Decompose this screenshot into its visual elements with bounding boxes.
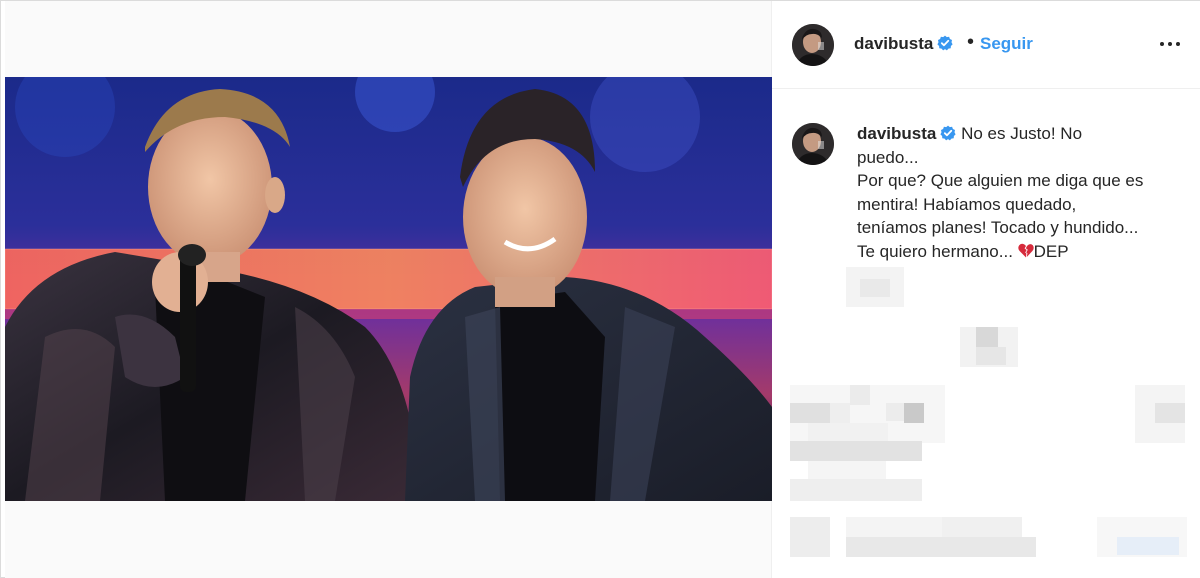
caption-line: teníamos planes! Tocado y hundido... bbox=[857, 218, 1139, 237]
caption-avatar[interactable] bbox=[792, 123, 834, 165]
verified-badge-icon bbox=[937, 35, 953, 51]
post-header: davibusta • Seguir bbox=[772, 1, 1200, 89]
post-photo[interactable] bbox=[5, 77, 772, 501]
separator-dot: • bbox=[967, 31, 975, 53]
post-window: davibusta • Seguir davibusta No es Justo… bbox=[0, 0, 1200, 578]
caption-end: DEP bbox=[1033, 241, 1069, 261]
username-text[interactable]: davibusta bbox=[854, 34, 933, 53]
caption-line: Te quiero hermano... bbox=[857, 241, 1018, 261]
caption-line: No es Justo! No bbox=[961, 124, 1083, 143]
user-avatar[interactable] bbox=[792, 24, 834, 66]
caption-line: mentira! Habíamos quedado, bbox=[857, 194, 1077, 214]
header-username[interactable]: davibusta bbox=[854, 34, 953, 54]
follow-button[interactable]: Seguir bbox=[980, 34, 1033, 54]
more-options-icon[interactable] bbox=[1160, 37, 1182, 51]
post-caption: davibusta No es Justo! No puedo... Por q… bbox=[857, 122, 1177, 263]
caption-username[interactable]: davibusta bbox=[857, 124, 936, 143]
broken-heart-icon bbox=[1017, 243, 1034, 257]
verified-badge-icon bbox=[940, 125, 956, 141]
media-column bbox=[5, 1, 772, 578]
caption-line: Por que? Que alguien me diga que es bbox=[857, 171, 1144, 190]
post-sidebar: davibusta • Seguir davibusta No es Justo… bbox=[772, 1, 1200, 578]
caption-line: puedo... bbox=[857, 147, 919, 167]
